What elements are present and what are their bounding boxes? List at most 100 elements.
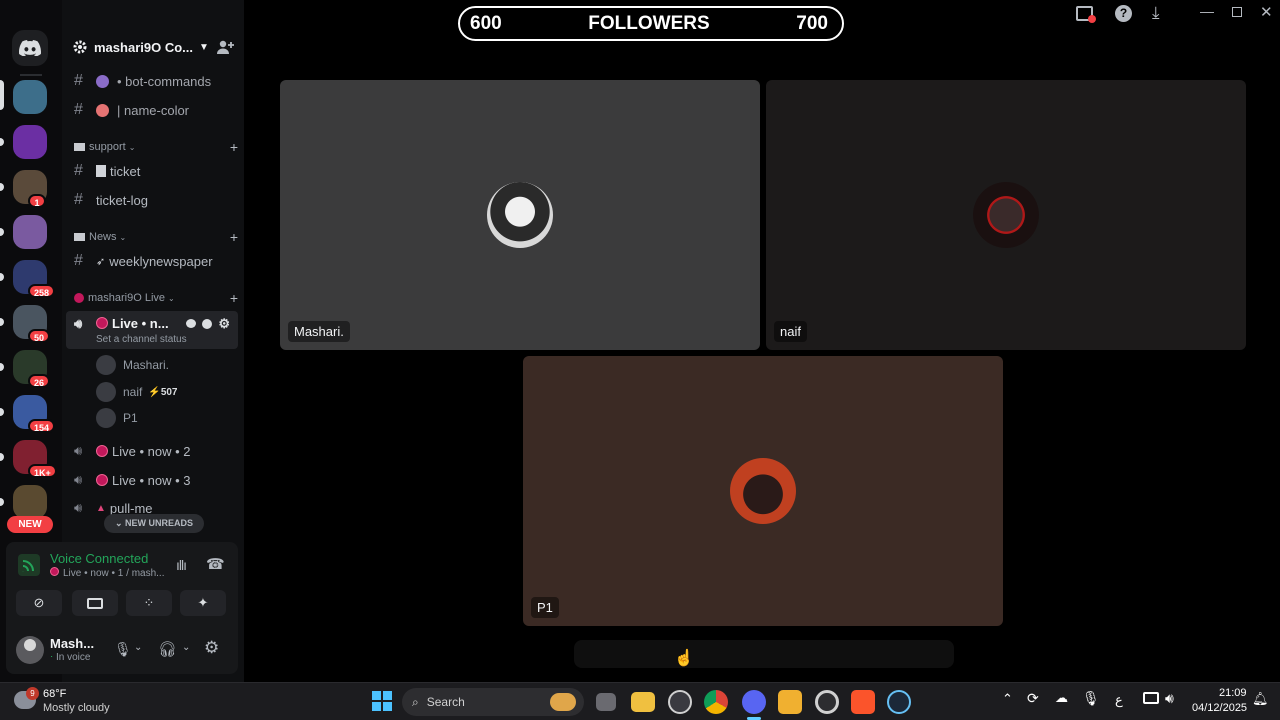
channel-label: Live • now • 2 [112,443,191,459]
search-icon: ⌕ [412,694,419,709]
channel-bot-commands[interactable]: # • bot-commands [66,68,238,94]
voice-connected-status[interactable]: Voice Connected [50,551,148,566]
brave-icon[interactable] [851,690,875,714]
voice-connected-channel[interactable]: Live • now • 1 / mash... [50,567,165,579]
voice-channel-live-active[interactable]: 🔊︎ Live • n... ⚙ Set a channel status [66,311,238,349]
steam-icon[interactable] [887,690,911,714]
voice-user[interactable]: Mashari. [96,353,169,377]
participant-avatar [973,182,1039,248]
clock-date[interactable]: 04/12/2025 [1192,702,1247,714]
minimize-icon[interactable]: — [1200,3,1214,19]
channel-label: Live • now • 3 [112,472,191,488]
channel-name-color[interactable]: # | name-color [66,97,238,123]
banner-right-count: 700 [796,12,828,34]
taskbar-search[interactable]: ⌕ Search [402,688,584,716]
chrome-icon[interactable] [704,690,728,714]
video-tile[interactable]: naif [766,80,1246,350]
screen-share-button[interactable] [72,590,118,616]
create-channel-plus-icon[interactable]: + [230,229,238,245]
close-icon[interactable]: ✕ [1260,3,1273,21]
sync-icon[interactable]: ⟳ [1027,690,1039,707]
palette-icon [96,103,109,117]
server-icon[interactable] [13,80,47,114]
discord-home-button[interactable] [12,30,48,66]
voice-channel-live-3[interactable]: 🔊︎ Live • now • 3 [66,467,238,493]
user-panel: Mash... ⋅ In voice 🎙︎ ⌄ 🎧︎ ⌄ ⚙ [6,628,238,674]
live-dot-icon [96,445,108,457]
weather-widget[interactable]: 9 68°F Mostly cloudy [14,687,124,717]
activities-button[interactable]: ⁘ [126,590,172,616]
new-unreads-pill[interactable]: ⌄ NEW UNREADS [104,514,204,533]
network-icon[interactable] [1143,692,1159,704]
headphones-icon[interactable]: 🎧︎ [158,640,177,658]
chat-bubble-icon[interactable] [186,319,197,328]
avatar [96,382,116,402]
disconnect-phone-icon[interactable]: ☎︎ [206,555,225,573]
speaker-icon: 🔊︎ [74,443,83,458]
hash-icon: # [74,101,83,118]
voice-channel-live-2[interactable]: 🔊︎ Live • now • 2 [66,438,238,464]
file-explorer-icon[interactable] [631,692,655,712]
download-icon[interactable]: ⤓ [1152,3,1160,23]
user-name[interactable]: Mash... [50,636,94,651]
gear-icon[interactable]: ⚙ [218,316,230,332]
server-header[interactable]: mashari9O Co... ▼ [62,30,244,64]
help-icon[interactable]: ? [1115,5,1132,22]
gear-icon[interactable]: ⚙ [204,638,219,658]
chevron-down-icon[interactable]: ⌄ [182,642,190,653]
settings-gear-icon[interactable] [815,690,839,714]
clock-time[interactable]: 21:09 [1219,687,1247,699]
banner-left-count: 600 [470,12,502,34]
channel-ticket-log[interactable]: # ticket-log [66,187,238,213]
rail-new-badge[interactable]: NEW [7,516,53,533]
create-channel-plus-icon[interactable]: + [230,139,238,155]
banner-title: FOLLOWERS [588,12,710,34]
channel-weeklynewspaper[interactable]: # ➶ weeklynewspaper [66,248,238,274]
obs-icon[interactable] [668,690,692,714]
windows-taskbar: 9 68°F Mostly cloudy ⌕ Search ⌃ ⟳ ☁ 🎙︎ ع… [0,682,1280,720]
category-live[interactable]: mashari9O Live ⌄ + [74,289,238,307]
noise-suppression-icon[interactable]: ıllı [176,557,187,573]
chevron-down-icon[interactable]: ⌄ [134,642,142,653]
category-news[interactable]: News ⌄ + [74,228,238,246]
maximize-icon[interactable] [1232,7,1242,17]
cloud-off-icon[interactable]: ☁ [1055,690,1068,706]
mic-tray-icon[interactable]: 🎙︎ [1082,690,1100,707]
create-channel-plus-icon[interactable]: + [230,290,238,306]
server-icon[interactable] [13,215,47,249]
video-tile[interactable]: Mashari. [280,80,760,350]
notes-app-icon[interactable] [778,690,802,714]
unread-badge: 1 [28,194,46,208]
task-view-icon[interactable] [596,693,616,711]
channel-ticket[interactable]: # ticket [66,158,238,184]
weather-badge: 9 [26,687,39,700]
channel-status-hint[interactable]: Set a channel status [96,334,187,345]
category-label: News [89,231,117,243]
server-icon[interactable] [13,125,47,159]
camera-off-button[interactable]: ⊘ [16,590,62,616]
microphone-icon[interactable]: 🎙︎ [114,641,132,658]
participant-avatar [487,182,553,248]
user-avatar[interactable] [16,636,44,664]
discord-taskbar-icon[interactable] [742,690,766,714]
tray-chevron-icon[interactable]: ⌃ [1002,691,1013,707]
notification-bell-icon[interactable]: 🔔︎ [1252,691,1269,707]
activities-icon: ⁘ [143,595,155,610]
live-dot-icon [74,293,84,303]
volume-icon[interactable]: 🔊︎ [1165,690,1174,707]
page-icon [96,165,106,177]
input-language[interactable]: ع [1115,692,1123,708]
app-window: NEW 1 258 50 26 154 1K+ mashari9O Co... ▼ # •… [0,0,1280,720]
voice-user[interactable]: P1 [96,406,138,430]
soundboard-button[interactable]: ✦ [180,590,226,616]
user-status: ⋅ In voice [50,652,90,663]
server-icon[interactable] [13,485,47,519]
windows-start-icon[interactable] [372,691,392,711]
invite-user-icon[interactable] [202,319,213,329]
category-support[interactable]: support ⌄ + [74,138,238,156]
signal-strength-icon [18,554,40,576]
invite-people-icon[interactable] [216,39,234,55]
hash-icon: # [74,191,83,208]
voice-user[interactable]: naif ⚡ 507 [96,380,178,404]
video-tile[interactable]: P1 [523,356,1003,626]
